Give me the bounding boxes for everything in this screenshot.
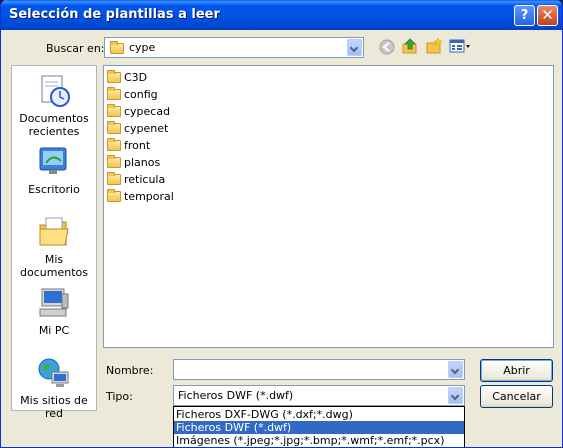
chevron-down-icon[interactable] bbox=[448, 387, 463, 404]
window-title: Selección de plantillas a leer bbox=[9, 7, 220, 22]
place-label: Mis documentos bbox=[20, 253, 88, 279]
views-menu-icon[interactable] bbox=[449, 38, 471, 54]
network-places-icon bbox=[36, 356, 72, 390]
folder-icon bbox=[107, 172, 121, 185]
place-label: Mis sitios de red bbox=[20, 394, 88, 420]
filetype-combo[interactable]: Ficheros DWF (*.dwf) bbox=[173, 385, 465, 406]
up-folder-icon[interactable] bbox=[402, 38, 418, 54]
title-bar[interactable]: Selección de plantillas a leer ? ✕ bbox=[1, 0, 562, 30]
lookin-combo[interactable]: cype bbox=[104, 37, 364, 58]
filename-combo[interactable] bbox=[173, 359, 465, 380]
close-button[interactable]: ✕ bbox=[537, 5, 558, 26]
cancel-button[interactable]: Cancelar bbox=[480, 385, 553, 408]
folder-icon bbox=[110, 41, 124, 54]
new-folder-icon[interactable] bbox=[426, 38, 442, 54]
lookin-label: Buscar en: bbox=[46, 42, 105, 55]
place-my-documents[interactable]: Mis documentos bbox=[12, 215, 96, 279]
filetype-label: Tipo: bbox=[106, 390, 133, 403]
help-button[interactable]: ? bbox=[514, 5, 535, 26]
lookin-value: cype bbox=[129, 41, 156, 54]
folder-icon bbox=[107, 70, 121, 83]
dropdown-option-selected[interactable]: Ficheros DWF (*.dwf) bbox=[174, 421, 464, 434]
place-label: Mi PC bbox=[38, 324, 70, 337]
chevron-down-icon[interactable] bbox=[448, 361, 463, 378]
desktop-icon bbox=[36, 145, 72, 179]
folder-icon bbox=[107, 189, 121, 202]
filetype-value: Ficheros DWF (*.dwf) bbox=[178, 389, 294, 402]
places-bar: Documentos recientes Escritorio Mis docu… bbox=[11, 65, 97, 420]
file-open-dialog: Selección de plantillas a leer ? ✕ Busca… bbox=[0, 0, 563, 448]
back-icon[interactable] bbox=[379, 39, 395, 55]
place-desktop[interactable]: Escritorio bbox=[12, 145, 96, 196]
place-label: Documentos recientes bbox=[19, 112, 89, 138]
place-recent-documents[interactable]: Documentos recientes bbox=[12, 74, 96, 138]
folder-icon bbox=[107, 121, 121, 134]
my-computer-icon bbox=[36, 286, 72, 320]
place-my-computer[interactable]: Mi PC bbox=[12, 286, 96, 337]
dropdown-option[interactable]: Ficheros DXF-DWG (*.dxf;*.dwg) bbox=[174, 408, 464, 421]
folder-icon bbox=[107, 138, 121, 151]
open-button[interactable]: Abrir bbox=[480, 359, 553, 382]
folder-icon bbox=[107, 87, 121, 100]
dropdown-option[interactable]: Imágenes (*.jpeg;*.jpg;*.bmp;*.wmf;*.emf… bbox=[174, 434, 464, 447]
chevron-down-icon[interactable] bbox=[347, 39, 362, 56]
my-documents-icon bbox=[36, 215, 72, 249]
filetype-dropdown-list[interactable]: Ficheros DXF-DWG (*.dxf;*.dwg) Ficheros … bbox=[173, 406, 465, 447]
place-label: Escritorio bbox=[28, 183, 80, 196]
place-network[interactable]: Mis sitios de red bbox=[12, 356, 96, 420]
file-list[interactable]: C3D config cypecad cypenet front planos … bbox=[103, 65, 554, 348]
folder-icon bbox=[107, 155, 121, 168]
filename-label: Nombre: bbox=[106, 364, 154, 377]
recent-documents-icon bbox=[36, 74, 72, 108]
folder-icon bbox=[107, 104, 121, 117]
